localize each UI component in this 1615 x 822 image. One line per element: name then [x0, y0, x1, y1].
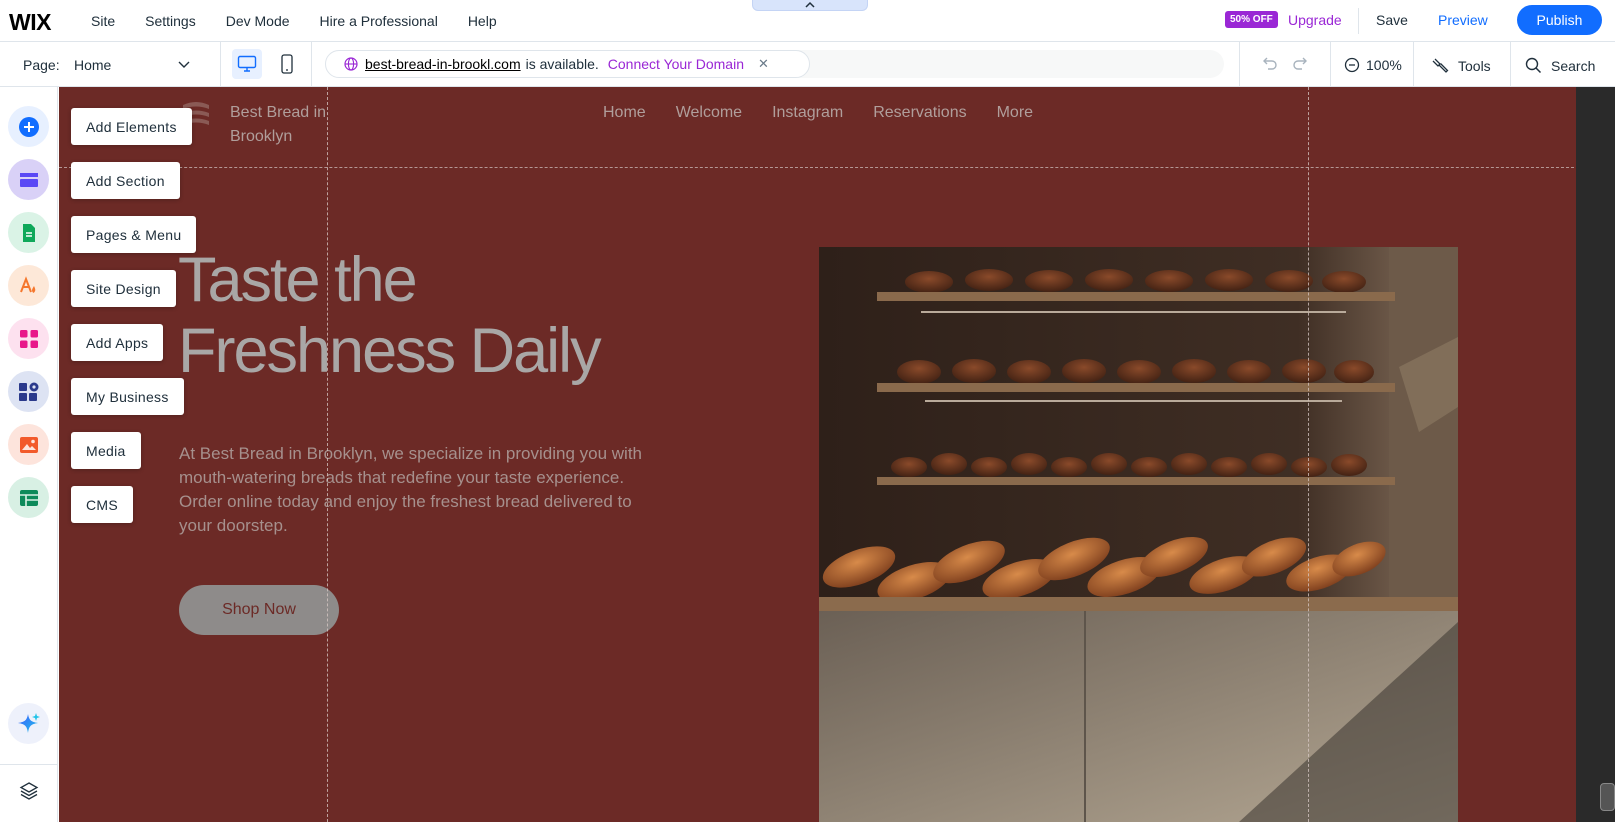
divider: [1358, 8, 1359, 34]
editor-secondary-toolbar: Page: Home best-bread-in-brookl.com is a…: [0, 42, 1615, 87]
media-label[interactable]: Media: [71, 432, 141, 469]
zoom-control[interactable]: 100%: [1344, 57, 1402, 73]
add-apps-label[interactable]: Add Apps: [71, 324, 164, 361]
layout-guide-left: [327, 87, 328, 822]
menu-site[interactable]: Site: [91, 13, 115, 29]
design-icon: [19, 275, 35, 293]
media-rail-button[interactable]: [8, 424, 49, 465]
hero-title[interactable]: Taste the Freshness Daily: [178, 245, 602, 387]
menu-settings[interactable]: Settings: [145, 13, 196, 29]
divider: [1330, 42, 1331, 87]
site-nav-reservations[interactable]: Reservations: [873, 104, 966, 122]
add-section-rail-button[interactable]: [8, 159, 49, 200]
menu-help[interactable]: Help: [468, 13, 497, 29]
divider: [1239, 42, 1240, 87]
promo-badge: 50% OFF: [1225, 11, 1278, 28]
save-button[interactable]: Save: [1376, 12, 1408, 28]
site-canvas[interactable]: Best Bread in Brooklyn Home Welcome Inst…: [59, 87, 1615, 822]
search-label: Search: [1551, 57, 1596, 74]
wix-logo[interactable]: WIX: [9, 9, 51, 36]
canvas-resize-handle[interactable]: [1600, 783, 1615, 811]
header-boundary-guide: [59, 167, 1579, 168]
divider: [311, 42, 312, 87]
shop-now-button[interactable]: Shop Now: [179, 585, 339, 635]
upgrade-link[interactable]: Upgrade: [1288, 12, 1342, 28]
cms-label[interactable]: CMS: [71, 486, 134, 523]
site-nav-instagram[interactable]: Instagram: [772, 104, 843, 122]
site-nav-more[interactable]: More: [997, 104, 1033, 122]
zoom-level: 100%: [1366, 57, 1402, 73]
divider: [220, 42, 221, 87]
top-menu: Site Settings Dev Mode Hire a Profession…: [91, 0, 527, 42]
mobile-view-button[interactable]: [277, 49, 297, 79]
collapse-toolbar-tab[interactable]: [752, 0, 868, 11]
media-icon: [19, 436, 38, 453]
preview-button[interactable]: Preview: [1438, 12, 1488, 28]
tools-icon: [1432, 58, 1449, 73]
site-nav-welcome[interactable]: Welcome: [676, 104, 742, 122]
sections-icon: [19, 172, 38, 187]
business-icon: [18, 382, 38, 401]
hero-paragraph[interactable]: At Best Bread in Brooklyn, we specialize…: [179, 442, 669, 538]
add-elements-label[interactable]: Add Elements: [71, 108, 192, 145]
layers-rail-button[interactable]: [8, 770, 49, 811]
zoom-out-icon: [1344, 57, 1360, 73]
hero-title-line-1: Taste the: [178, 245, 418, 315]
layers-icon: [19, 781, 38, 800]
site-navigation: Home Welcome Instagram Reservations More: [603, 104, 1063, 122]
divider: [1510, 42, 1511, 87]
site-name[interactable]: Best Bread in Brooklyn: [230, 101, 340, 149]
search-button[interactable]: Search: [1525, 57, 1595, 74]
bread-shelf-image[interactable]: [819, 247, 1458, 822]
mobile-icon: [281, 54, 293, 74]
pages-menu-label[interactable]: Pages & Menu: [71, 216, 197, 253]
close-icon[interactable]: ✕: [758, 56, 769, 72]
plus-circle-icon: [18, 116, 39, 137]
redo-icon[interactable]: [1292, 56, 1310, 72]
domain-bar: best-bread-in-brookl.com is available. C…: [325, 50, 1224, 78]
connect-domain-link[interactable]: Connect Your Domain: [608, 56, 744, 72]
left-rail: [0, 87, 58, 822]
editor-top-bar: WIX Site Settings Dev Mode Hire a Profes…: [0, 0, 1615, 42]
my-business-rail-button[interactable]: [8, 371, 49, 412]
add-section-label[interactable]: Add Section: [71, 162, 180, 199]
domain-url[interactable]: best-bread-in-brookl.com: [365, 56, 521, 72]
publish-button[interactable]: Publish: [1517, 5, 1602, 35]
divider: [1413, 42, 1414, 87]
search-icon: [1525, 57, 1542, 74]
chevron-down-icon[interactable]: [178, 59, 190, 69]
rail-divider: [0, 764, 58, 765]
cms-icon: [19, 489, 38, 506]
ai-sparkle-icon: [17, 712, 40, 733]
tools-label: Tools: [1458, 57, 1491, 74]
menu-dev-mode[interactable]: Dev Mode: [226, 13, 290, 29]
tools-button[interactable]: Tools: [1432, 57, 1491, 74]
add-elements-rail-button[interactable]: [8, 106, 49, 147]
site-nav-home[interactable]: Home: [603, 104, 646, 122]
domain-status: is available.: [525, 56, 599, 72]
site-design-rail-button[interactable]: [8, 265, 49, 306]
desktop-view-button[interactable]: [232, 49, 262, 79]
layout-guide-right: [1308, 87, 1309, 822]
cms-rail-button[interactable]: [8, 477, 49, 518]
desktop-icon: [237, 55, 257, 72]
page-label: Page:: [23, 57, 60, 73]
site-design-label[interactable]: Site Design: [71, 270, 176, 307]
menu-hire-professional[interactable]: Hire a Professional: [320, 13, 438, 29]
page-selector[interactable]: Home: [74, 57, 111, 73]
chevron-up-icon: [805, 1, 815, 8]
pages-icon: [22, 223, 35, 242]
undo-icon[interactable]: [1260, 56, 1278, 72]
hero-title-line-2: Freshness Daily: [178, 316, 602, 386]
apps-icon: [19, 329, 38, 348]
add-apps-rail-button[interactable]: [8, 318, 49, 359]
ai-assistant-rail-button[interactable]: [8, 703, 49, 744]
my-business-label[interactable]: My Business: [71, 378, 184, 415]
canvas-gutter: [1576, 87, 1615, 822]
globe-icon: [344, 57, 358, 71]
domain-availability-pill: best-bread-in-brookl.com is available. C…: [325, 50, 810, 78]
pages-menu-rail-button[interactable]: [8, 212, 49, 253]
